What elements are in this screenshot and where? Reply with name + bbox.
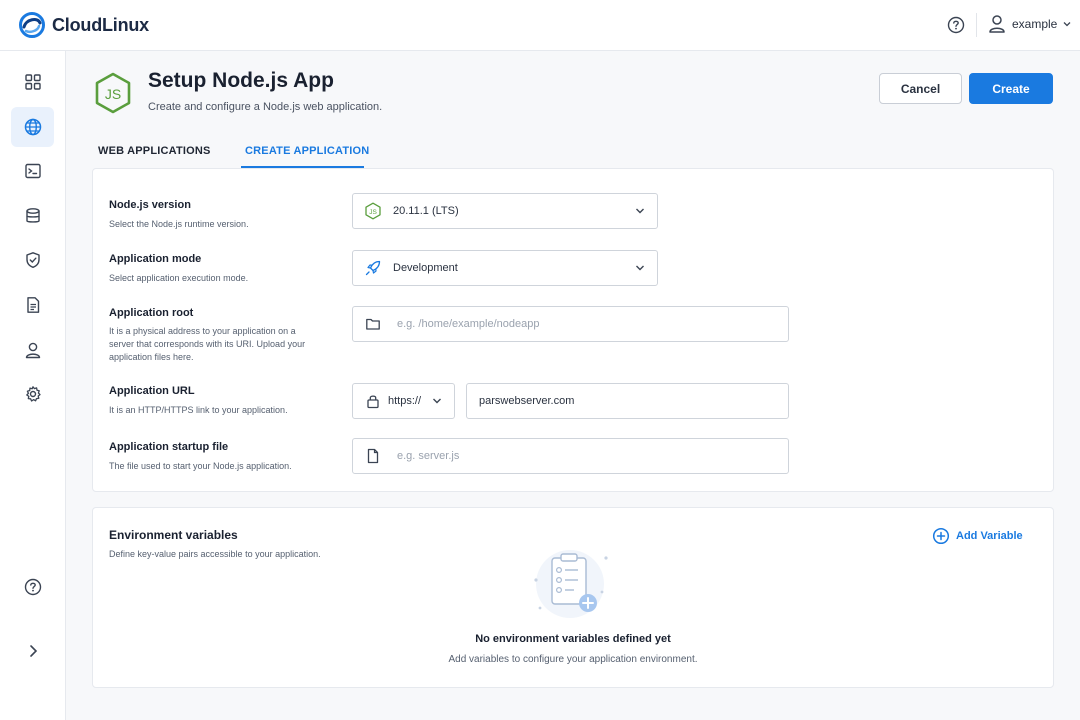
- chevron-down-icon: [636, 208, 644, 214]
- cancel-button[interactable]: Cancel: [879, 73, 962, 104]
- application-form: Node.js version Select the Node.js runti…: [92, 168, 1054, 492]
- app-root-label: Application root: [109, 307, 194, 319]
- add-variable-button[interactable]: Add Variable: [932, 527, 1023, 545]
- globe-icon: [24, 118, 41, 136]
- username: example: [1012, 17, 1058, 31]
- chevron-down-icon: [433, 398, 441, 404]
- topbar-divider: [976, 13, 977, 37]
- startup-file-help: The file used to start your Node.js appl…: [109, 461, 292, 471]
- brand-name: CloudLinux: [52, 14, 149, 35]
- add-variable-label: Add Variable: [956, 530, 1023, 542]
- protocol-select[interactable]: https://: [352, 383, 455, 419]
- node-version-select[interactable]: JS 20.11.1 (LTS): [352, 193, 658, 229]
- app-url-help: It is an HTTP/HTTPS link to your applica…: [109, 405, 288, 415]
- database-icon: [25, 208, 40, 223]
- main-content: JS Setup Node.js App Create and configur…: [66, 51, 1080, 720]
- empty-state-subtitle: Add variables to configure your applicat…: [448, 654, 698, 665]
- startup-file-placeholder: e.g. server.js: [397, 450, 460, 462]
- sidebar-item-files[interactable]: [11, 285, 54, 325]
- app-root-placeholder: e.g. /home/example/nodeapp: [397, 318, 540, 330]
- dashboard-grid-icon: [24, 74, 41, 90]
- rocket-icon: [364, 259, 382, 277]
- chevron-down-icon: [1063, 22, 1071, 27]
- sidebar-item-security[interactable]: [11, 240, 54, 280]
- nodejs-logo-icon: JS: [94, 72, 132, 114]
- tab-web-applications[interactable]: WEB APPLICATIONS: [98, 145, 211, 157]
- cloudlinux-logo-icon: [19, 12, 45, 38]
- sidebar-item-users[interactable]: [11, 330, 54, 370]
- node-version-label: Node.js version: [109, 199, 191, 211]
- app-mode-help: Select application execution mode.: [109, 273, 249, 283]
- domain-input[interactable]: parswebserver.com: [466, 383, 789, 419]
- shield-check-icon: [25, 252, 40, 268]
- lock-icon: [364, 392, 382, 410]
- node-version-help: Select the Node.js runtime version.: [109, 219, 249, 229]
- terminal-icon: [24, 163, 41, 179]
- env-help: Define key-value pairs accessible to you…: [109, 549, 321, 559]
- user-icon: [25, 342, 40, 359]
- page-title: Setup Node.js App: [148, 69, 334, 92]
- sidebar-help[interactable]: [11, 567, 54, 607]
- top-bar: CloudLinux example: [0, 0, 1080, 51]
- node-version-value: 20.11.1 (LTS): [393, 205, 459, 217]
- app-mode-select[interactable]: Development: [352, 250, 658, 286]
- sidebar-item-terminal[interactable]: [11, 151, 54, 191]
- user-icon: [989, 15, 1005, 33]
- file-icon: [364, 447, 382, 465]
- env-title: Environment variables: [109, 528, 238, 542]
- gear-icon: [25, 386, 41, 402]
- sidebar: [0, 51, 66, 720]
- app-url-label: Application URL: [109, 385, 195, 397]
- plus-circle-icon: [932, 527, 950, 545]
- help-circle-icon: [24, 578, 41, 596]
- sidebar-expand[interactable]: [11, 631, 54, 671]
- sidebar-item-dashboard[interactable]: [11, 62, 54, 102]
- app-root-input[interactable]: e.g. /home/example/nodeapp: [352, 306, 789, 342]
- tab-create-application[interactable]: CREATE APPLICATION: [245, 145, 369, 157]
- sidebar-item-settings[interactable]: [11, 374, 54, 414]
- document-icon: [26, 297, 39, 313]
- cloudlinux-logo[interactable]: CloudLinux: [18, 11, 149, 39]
- environment-variables-card: Environment variables Define key-value p…: [92, 507, 1054, 688]
- sidebar-item-databases[interactable]: [11, 196, 54, 236]
- nodejs-icon: JS: [364, 202, 382, 220]
- page-subtitle: Create and configure a Node.js web appli…: [148, 101, 383, 113]
- app-root-help: It is a physical address to your applica…: [109, 326, 306, 362]
- chevron-down-icon: [636, 265, 644, 271]
- sidebar-item-domains[interactable]: [11, 107, 54, 147]
- empty-state-title: No environment variables defined yet: [475, 633, 671, 645]
- user-menu[interactable]: example: [988, 14, 1071, 34]
- app-mode-value: Development: [393, 262, 458, 274]
- help-circle-icon[interactable]: [946, 15, 966, 35]
- chevron-right-icon: [29, 645, 37, 657]
- clipboard-empty-illustration: [526, 548, 614, 624]
- folder-icon: [364, 315, 382, 333]
- app-mode-label: Application mode: [109, 253, 202, 265]
- domain-value: parswebserver.com: [479, 395, 575, 407]
- create-button[interactable]: Create: [969, 73, 1053, 104]
- svg-text:JS: JS: [105, 86, 121, 102]
- startup-file-input[interactable]: e.g. server.js: [352, 438, 789, 474]
- svg-text:JS: JS: [369, 209, 377, 216]
- protocol-value: https://: [388, 395, 422, 407]
- startup-file-label: Application startup file: [109, 441, 229, 453]
